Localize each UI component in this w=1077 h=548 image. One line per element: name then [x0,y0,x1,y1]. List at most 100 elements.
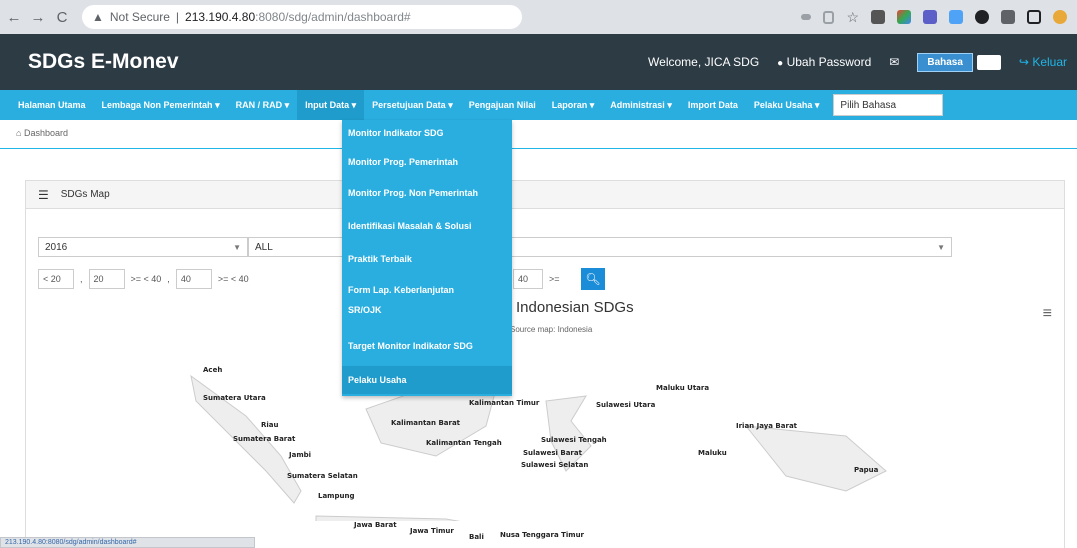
range-input-2[interactable]: 20 [88,269,125,289]
nav-label: Lembaga Non Pemerintah [101,100,213,110]
nav-item-persetujuan[interactable]: Persetujuan Data ▾ [364,90,461,120]
region-label[interactable]: Jambi [289,451,311,459]
input-data-dropdown: Monitor Indikator SDG Monitor Prog. Peme… [342,120,512,396]
menu-item-monitor-prog-pemerintah[interactable]: Monitor Prog. Pemerintah [342,154,512,170]
share-icon[interactable] [823,10,835,24]
logout-link[interactable]: ↪ Keluar [1019,55,1067,69]
welcome-text: Welcome, JICA SDG [648,55,760,69]
nav-label: RAN / RAD [235,100,283,110]
range-input-3[interactable]: 40 [175,269,212,289]
extension-pin-icon[interactable] [975,10,989,24]
menu-item-form-lap[interactable]: Form Lap. Keberlanjutan [342,282,512,298]
region-label[interactable]: Sumatera Selatan [287,472,358,480]
extension-camera-icon[interactable] [923,10,937,24]
status-bar-url: 213.190.4.80:8080/sdg/admin/dashboard# [0,537,255,548]
language-toggle[interactable] [976,54,1001,70]
region-label[interactable]: Kalimantan Timur [469,399,539,407]
nav-item-laporan[interactable]: Laporan ▾ [544,90,603,120]
region-label[interactable]: Lampung [318,492,354,500]
profile-icon[interactable] [1053,10,1067,24]
nav-item-pelaku-usaha[interactable]: Pelaku Usaha ▾ [746,90,828,120]
nav-label: Input Data [305,100,350,110]
nav-item-import[interactable]: Import Data [680,90,746,120]
extension-icons: ☆ [801,10,1071,24]
region-label[interactable]: Sulawesi Utara [596,401,655,409]
home-icon: ⌂ [16,128,22,138]
region-label[interactable]: Maluku [698,449,727,457]
breadcrumb-dashboard[interactable]: Dashboard [24,128,68,138]
region-label[interactable]: Riau [261,421,279,429]
divider [0,148,1077,149]
chart-menu-icon[interactable]: ≡ [1043,305,1052,323]
page-root: ← → C ▲ Not Secure | 213.190.4.80:8080/s… [0,0,1077,548]
region-label[interactable]: Bali [469,533,484,541]
region-label[interactable]: Nusa Tenggara Timur [500,531,584,539]
language-select[interactable]: Pilih Bahasa [833,94,944,116]
region-label[interactable]: Jawa Timur [410,527,454,535]
reading-list-icon[interactable] [1001,10,1015,24]
extension-colorful-icon[interactable] [897,10,911,24]
papua-shape [744,425,887,492]
nav-item-halaman-utama[interactable]: Halaman Utama [10,90,94,120]
java-shape [315,515,461,521]
range-op-1: >= < 40 [130,274,162,284]
menu-item-target-monitor[interactable]: Target Monitor Indikator SDG [342,338,512,354]
app-title[interactable]: SDGs E-Monev [28,50,179,74]
sidebar-icon[interactable] [1027,10,1041,24]
url-path: :8080/sdg/admin/dashboard# [255,10,411,24]
extension-shield-icon[interactable] [949,10,963,24]
menu-item-pelaku-usaha[interactable]: Pelaku Usaha [342,366,512,394]
menu-item-identifikasi[interactable]: Identifikasi Masalah & Solusi [342,218,512,234]
year-select[interactable]: 2016 ▼ [38,237,248,257]
nav-item-lembaga[interactable]: Lembaga Non Pemerintah ▾ [94,90,228,120]
region-label[interactable]: Sumatera Barat [233,435,295,443]
star-icon[interactable]: ☆ [846,10,859,24]
extension-grid-icon[interactable] [871,10,885,24]
sdgs-map-panel: ☰ SDGs Map 2016 ▼ ALL ▼ < 20 , 20 >= < 40 … [25,180,1065,548]
region-label[interactable]: Kalimantan Barat [391,419,460,427]
address-bar[interactable]: ▲ Not Secure | 213.190.4.80:8080/sdg/adm… [82,5,522,29]
warning-icon: ▲ [92,10,104,24]
nav-item-pengajuan[interactable]: Pengajuan Nilai [461,90,544,120]
menu-item-praktik-terbaik[interactable]: Praktik Terbaik [342,251,512,267]
region-label[interactable]: Papua [854,466,878,474]
chevron-down-icon: ▼ [937,242,945,252]
menu-item-monitor-prog-non-pemerintah[interactable]: Monitor Prog. Non Pemerintah [342,185,512,201]
change-password-link[interactable]: ● Ubah Password [777,55,871,69]
range-input-4[interactable]: 40 [513,269,543,289]
url-host: 213.190.4.80 [185,10,256,24]
region-label[interactable]: Maluku Utara [656,384,709,392]
range-input-1[interactable]: < 20 [38,269,74,289]
region-label[interactable]: Kalimantan Tengah [426,439,502,447]
circle-icon: ● [777,58,784,69]
region-label[interactable]: Jawa Barat [354,521,397,529]
chevron-down-icon: ▼ [233,242,241,252]
region-label[interactable]: Sulawesi Barat [523,449,582,457]
region-label[interactable]: Aceh [203,366,222,374]
breadcrumb: ⌂ Dashboard [16,128,68,138]
key-icon[interactable] [801,14,812,20]
search-button[interactable]: 🔍︎ [581,268,605,290]
nav-label: Pelaku Usaha [753,100,813,110]
sulawesi-shape [545,395,592,472]
nav-item-administrasi[interactable]: Administrasi ▾ [602,90,680,120]
nav-item-input-data[interactable]: Input Data ▾ [297,90,365,120]
year-value: 2016 [45,241,68,253]
region-label[interactable]: Sulawesi Selatan [521,461,588,469]
menu-item-monitor-indikator[interactable]: Monitor Indikator SDG [342,125,512,141]
range-filter-end: 40 >= [513,269,560,289]
region-label[interactable]: Irian Jaya Barat [736,422,797,430]
reload-icon[interactable]: C [54,9,70,26]
mail-icon[interactable]: ✉ [889,55,899,69]
browser-toolbar: ← → C ▲ Not Secure | 213.190.4.80:8080/s… [0,0,1077,34]
region-label[interactable]: Sulawesi Tengah [541,436,607,444]
region-label[interactable]: Sumatera Utara [203,394,266,402]
language-button[interactable]: Bahasa [917,52,973,72]
change-password-label: Ubah Password [786,55,872,69]
list-icon: ☰ [38,187,49,202]
menu-item-sr-ojk[interactable]: SR/OJK [342,302,512,318]
logout-label: Keluar [1032,55,1067,69]
forward-icon[interactable]: → [30,9,46,26]
back-icon[interactable]: ← [6,9,22,26]
nav-item-ran-rad[interactable]: RAN / RAD ▾ [228,90,298,120]
